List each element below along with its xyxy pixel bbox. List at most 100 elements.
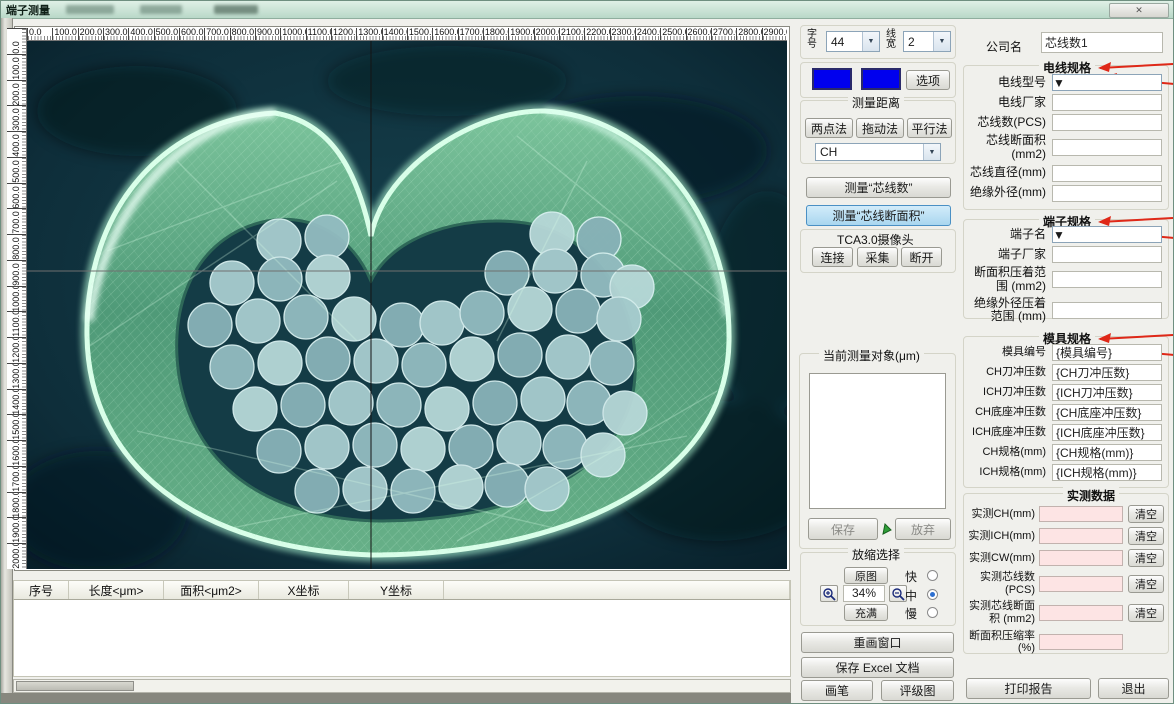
measured-data-rows: 实测CH(mm) 清空 实测ICH(mm) 清空 实测CW(mm) 清空 实测芯线数 (PC… [964, 501, 1168, 659]
mold-spec-input[interactable] [1052, 464, 1162, 481]
mold-spec-input[interactable] [1052, 424, 1162, 441]
clear-button[interactable]: 清空 [1128, 574, 1164, 593]
ruler-tick-label: 2300.0 [609, 28, 635, 40]
font-size-select[interactable]: 44 ▼ [826, 31, 880, 52]
wire-spec-select[interactable]: ▼ [1052, 74, 1162, 91]
window-title: 端子测量 [6, 4, 50, 17]
clear-button[interactable]: 清空 [1128, 603, 1164, 622]
zoom-in-icon[interactable] [820, 585, 838, 602]
zoom-value-field[interactable]: 34% [843, 585, 885, 602]
ruler-tick-label: 1700.0 [7, 465, 26, 492]
camera-disconnect-button[interactable]: 断开 [901, 247, 942, 267]
speed-slow-radio[interactable] [927, 607, 938, 618]
ruler-tick-label: 700.0 [7, 208, 26, 234]
table-header-cell[interactable]: 长度<μm> [69, 581, 164, 599]
clear-button[interactable]: 清空 [1128, 549, 1164, 567]
microscope-image[interactable] [27, 41, 787, 569]
table-header-cell[interactable]: 序号 [14, 581, 69, 599]
ruler-tick-label: 1500.0 [11, 414, 21, 440]
table-header-cell[interactable]: 面积<μm2> [164, 581, 259, 599]
ruler-tick-label: 1000.0 [11, 285, 21, 312]
measured-value-field[interactable] [1039, 550, 1123, 566]
measure-mode-select[interactable]: CH ▼ [815, 143, 941, 161]
table-header-cell[interactable]: X坐标 [259, 581, 349, 599]
wire-strand [256, 428, 302, 474]
font-size-label: 字号 [807, 29, 817, 50]
clear-button[interactable]: 清空 [1128, 527, 1164, 545]
measured-value-field[interactable] [1039, 604, 1123, 621]
line-width-label: 线宽 [886, 29, 896, 50]
chevron-down-icon: ▼ [1053, 75, 1065, 90]
line-width-select[interactable]: 2 ▼ [903, 31, 951, 52]
horizontal-scrollbar[interactable] [13, 679, 791, 693]
mold-spec-input[interactable] [1052, 444, 1162, 461]
clear-button[interactable]: 清空 [1128, 505, 1164, 523]
grade-chart-button[interactable]: 评级图 [881, 680, 954, 701]
wire-spec-input[interactable] [1052, 114, 1162, 131]
measured-row: 实测CW(mm) 清空 [966, 549, 1164, 567]
fit-button[interactable]: 充满 [844, 604, 888, 621]
title-bar: 端子测量 ✕ [1, 1, 1173, 19]
wire-strand [507, 286, 553, 332]
scrollbar-thumb[interactable] [16, 681, 134, 691]
two-point-button[interactable]: 两点法 [805, 118, 853, 138]
ruler-tick-label: 500.0 [153, 28, 179, 40]
options-button[interactable]: 选项 [906, 70, 950, 90]
save-excel-button[interactable]: 保存 Excel 文档 [801, 657, 954, 678]
text-color-swatch[interactable] [861, 68, 901, 90]
ruler-tick-label: 400.0 [128, 28, 154, 40]
measure-core-area-button[interactable]: 测量“芯线断面积” [806, 205, 951, 226]
camera-connect-button[interactable]: 连接 [812, 247, 853, 267]
mold-spec-input[interactable] [1052, 384, 1162, 401]
table-header-cell[interactable]: Y坐标 [349, 581, 444, 599]
wire-spec-input[interactable] [1052, 139, 1162, 157]
wire-spec-input[interactable] [1052, 184, 1162, 202]
discard-button[interactable]: 放弃 [895, 518, 951, 540]
terminal-spec-row: 断面积压着范围 (mm2) [968, 265, 1162, 294]
ruler-tick-label: 200.0 [7, 79, 26, 106]
chevron-down-icon: ▼ [862, 32, 879, 51]
parallel-method-button[interactable]: 平行法 [907, 118, 952, 138]
terminal-spec-input[interactable] [1052, 271, 1162, 289]
measured-value-field[interactable] [1039, 528, 1123, 544]
wire-spec-input[interactable] [1052, 94, 1162, 111]
ruler-tick-label: 700.0 [11, 211, 21, 234]
redacted-text [214, 5, 258, 14]
ruler-tick-label: 2400.0 [634, 28, 661, 40]
measured-value-field[interactable] [1039, 506, 1123, 522]
close-button[interactable]: ✕ [1109, 3, 1169, 18]
original-size-button[interactable]: 原图 [844, 567, 888, 584]
camera-capture-button[interactable]: 采集 [857, 247, 898, 267]
measure-object-listbox[interactable] [809, 373, 946, 509]
terminal-spec-input[interactable] [1052, 246, 1162, 263]
mold-spec-input[interactable] [1052, 364, 1162, 381]
ruler-tick-label: 1100.0 [7, 311, 26, 337]
results-table-header[interactable]: 序号 长度<μm> 面积<μm2> X坐标 Y坐标 [13, 580, 791, 600]
pen-button[interactable]: 画笔 [801, 680, 873, 701]
company-input[interactable] [1041, 32, 1163, 53]
measure-core-count-button[interactable]: 测量“芯线数” [806, 177, 951, 198]
measured-value-field[interactable] [1039, 634, 1123, 651]
ruler-tick-label: 1700.0 [457, 28, 483, 40]
wire-spec-input[interactable] [1052, 164, 1162, 182]
speed-medium-radio[interactable] [927, 589, 938, 600]
speed-fast-radio[interactable] [927, 570, 938, 581]
mold-spec-fields: 模具编号 CH刀冲压数 ICH刀冲压数 CH底座冲压数 ICH底座冲压数 CH规格(mm)… [964, 341, 1168, 484]
exit-button[interactable]: 退出 [1098, 678, 1169, 699]
mold-spec-field-label: CH刀冲压数 [986, 366, 1046, 379]
mold-spec-row: 模具编号 [968, 344, 1162, 361]
terminal-spec-input[interactable] [1052, 301, 1162, 319]
mold-spec-input[interactable] [1052, 344, 1162, 361]
print-report-button[interactable]: 打印报告 [966, 678, 1091, 699]
ruler-tick-label: 1800.0 [482, 28, 509, 40]
ruler-tick-label: 1300.0 [356, 28, 382, 40]
terminal-spec-select[interactable]: ▼ [1052, 226, 1162, 243]
line-color-swatch[interactable] [812, 68, 852, 90]
mold-spec-input[interactable] [1052, 404, 1162, 421]
ruler-tick-label: 2900.0 [761, 28, 787, 40]
close-icon: ✕ [1135, 5, 1143, 15]
redraw-window-button[interactable]: 重画窗口 [801, 632, 954, 653]
measured-value-field[interactable] [1039, 575, 1123, 592]
drag-method-button[interactable]: 拖动法 [856, 118, 904, 138]
save-button[interactable]: 保存 [808, 518, 878, 540]
